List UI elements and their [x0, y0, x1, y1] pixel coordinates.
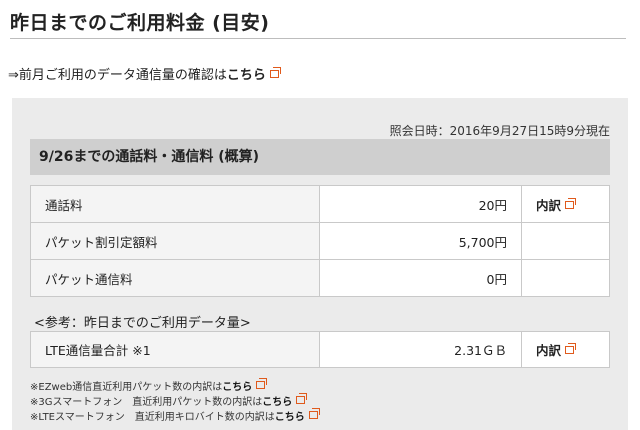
inquiry-datetime: 照会日時：2016年9月27日15時9分現在: [389, 124, 610, 138]
title-divider: [10, 38, 626, 39]
data-usage-detail-cell: 内訳: [521, 331, 610, 368]
fee-amount: 0円: [319, 259, 522, 297]
data-usage-detail-link[interactable]: 内訳: [536, 343, 561, 358]
data-usage-amount: 2.31ＧＢ: [319, 331, 522, 368]
footnote-item: ※EZweb通信直近利用パケット数の内訳はこちら: [30, 378, 318, 395]
section-title: 9/26までの通話料・通信料 (概算): [30, 139, 610, 175]
fee-detail-cell: 内訳: [521, 185, 610, 223]
usage-panel: 照会日時：2016年9月27日15時9分現在 9/26までの通話料・通信料 (概…: [12, 98, 628, 430]
reference-note: <参考：昨日までのご利用データ量>: [34, 316, 251, 331]
prev-month-link[interactable]: こちら: [227, 68, 266, 83]
table-row: 通話料 20円 内訳: [30, 185, 610, 223]
footnote-item: ※3Gスマートフォン 直近利用パケット数の内訳はこちら: [30, 393, 318, 410]
fee-detail-cell: [521, 222, 610, 260]
prev-month-line: ⇒前月ご利用のデータ通信量の確認はこちら: [8, 64, 281, 83]
fee-amount: 20円: [319, 185, 522, 223]
footnote-text: ※EZweb通信直近利用パケット数の内訳は: [30, 382, 223, 393]
external-link-icon[interactable]: [296, 393, 308, 404]
external-link-icon[interactable]: [565, 343, 577, 354]
fee-detail-link[interactable]: 内訳: [536, 198, 561, 213]
footnotes: ※EZweb通信直近利用パケット数の内訳はこちら ※3Gスマートフォン 直近利用…: [30, 378, 320, 425]
prev-month-text: ⇒前月ご利用のデータ通信量の確認は: [8, 68, 227, 83]
external-link-icon[interactable]: [565, 197, 577, 209]
fee-amount: 5,700円: [319, 222, 522, 260]
fee-label: パケット割引定額料: [30, 222, 320, 260]
footnote-text: ※3Gスマートフォン 直近利用パケット数の内訳は: [30, 397, 263, 408]
table-row: パケット通信料 0円: [30, 259, 610, 297]
fee-label: 通話料: [30, 185, 320, 223]
fees-table: 通話料 20円 内訳 パケット割引定額料 5,700円 パケット通信料 0円: [30, 185, 610, 297]
fee-label: パケット通信料: [30, 259, 320, 297]
data-usage-label: LTE通信量合計 ※1: [30, 331, 320, 368]
footnote-link[interactable]: こちら: [262, 397, 292, 408]
external-link-icon[interactable]: [256, 378, 268, 389]
table-row: パケット割引定額料 5,700円: [30, 222, 610, 260]
footnote-text: ※LTEスマートフォン 直近利用キロバイト数の内訳は: [30, 412, 275, 423]
footnote-link[interactable]: こちら: [275, 412, 305, 423]
external-link-icon[interactable]: [269, 67, 281, 78]
footnote-link[interactable]: こちら: [222, 382, 252, 393]
fee-detail-cell: [521, 259, 610, 297]
external-link-icon[interactable]: [308, 408, 320, 419]
table-row: LTE通信量合計 ※1 2.31ＧＢ 内訳: [30, 331, 610, 368]
page-title: 昨日までのご利用料金 (目安): [10, 12, 270, 34]
footnote-item: ※LTEスマートフォン 直近利用キロバイト数の内訳はこちら: [30, 408, 320, 425]
data-usage-table: LTE通信量合計 ※1 2.31ＧＢ 内訳: [30, 331, 610, 368]
